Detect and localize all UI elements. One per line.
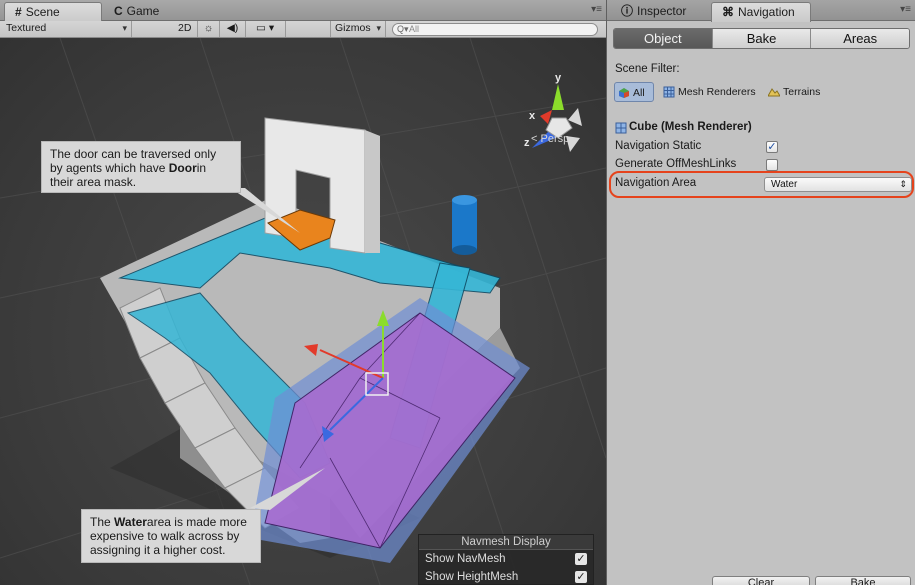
water-callout: The Waterarea is made more expensive to … — [81, 509, 261, 563]
show-heightmesh-row[interactable]: Show HeightMesh ✓ — [419, 568, 593, 585]
scene-toolbar: Textured 2D ☼ ◀) ▭ ▾ Gizmos Q▾ All — [0, 21, 606, 38]
cube-icon — [619, 88, 629, 98]
info-icon: ⓘ — [621, 4, 634, 18]
bake-button-label: Bake — [850, 577, 876, 585]
bake-button[interactable]: Bake — [815, 576, 911, 585]
scene-render: y x z — [0, 38, 606, 585]
shading-mode-dropdown[interactable]: Textured — [2, 21, 132, 37]
gizmo-z-label: z — [524, 137, 530, 149]
navigation-area-value: Water — [771, 179, 798, 190]
audio-toggle-icon[interactable]: ◀) — [220, 21, 246, 37]
inspector-tab-menu-icon[interactable]: ▾≡ — [900, 4, 911, 15]
clear-button[interactable]: Clear — [712, 576, 810, 585]
dropdown-arrow-icon: ⇕ — [899, 179, 907, 189]
unity-editor: #Scene CGame ▾≡ Textured 2D ☼ ◀) ▭ ▾ Giz… — [0, 0, 915, 585]
generate-offmeshlinks-label: Generate OffMeshLinks — [615, 158, 737, 170]
show-heightmesh-label: Show HeightMesh — [425, 571, 519, 583]
gizmo-x-label: x — [529, 110, 536, 122]
show-heightmesh-checkbox[interactable]: ✓ — [575, 571, 587, 583]
tab-scene-label: Scene — [25, 5, 60, 19]
object-title: Cube (Mesh Renderer) — [615, 121, 752, 134]
gizmos-label: Gizmos — [335, 22, 371, 34]
gizmos-dropdown[interactable]: Gizmos — [330, 21, 386, 37]
cylinder-object — [452, 200, 477, 250]
show-navmesh-label: Show NavMesh — [425, 553, 506, 565]
door-callout-bold: Door — [168, 161, 197, 175]
filter-mesh-renderers-label: Mesh Renderers — [678, 86, 756, 98]
filter-terrains-label: Terrains — [783, 86, 821, 98]
gizmo-y-label: y — [555, 72, 562, 84]
navigation-icon: ⌘ — [722, 5, 734, 19]
tab-navigation-label: Navigation — [738, 5, 795, 19]
navigation-mode-tabs: Object Bake Areas — [613, 28, 910, 49]
persp-label: Persp — [540, 133, 570, 145]
show-navmesh-row[interactable]: Show NavMesh ✓ — [419, 550, 593, 568]
search-icon: Q▾ — [397, 24, 409, 34]
tab-object[interactable]: Object — [614, 29, 713, 48]
lighting-toggle-icon[interactable]: ☼ — [198, 21, 220, 37]
filter-terrains-button[interactable]: Terrains — [765, 82, 820, 102]
door-callout: The door can be traversed only by agents… — [41, 141, 241, 193]
scene-tab-icon: # — [15, 5, 22, 19]
tab-game-label: Game — [126, 4, 160, 18]
mesh-renderer-icon — [615, 122, 627, 134]
water-callout-bold: Water — [114, 515, 147, 529]
tab-navigation[interactable]: ⌘ Navigation — [711, 2, 811, 22]
navigation-static-checkbox[interactable]: ✓ — [766, 141, 778, 153]
projection-toggle[interactable]: < Persp — [531, 133, 569, 145]
navmesh-display-title: Navmesh Display — [419, 535, 593, 550]
tab-bake[interactable]: Bake — [712, 29, 812, 48]
2d-toggle-button[interactable]: 2D — [174, 21, 198, 37]
filter-mesh-renderers-button[interactable]: Mesh Renderers — [660, 82, 756, 102]
filter-all-label: All — [633, 87, 645, 99]
terrain-icon — [768, 88, 780, 97]
water-callout-text-start: The — [90, 515, 115, 529]
game-tab-icon: C — [114, 4, 123, 18]
generate-offmeshlinks-checkbox[interactable] — [766, 159, 778, 171]
2d-toggle-label: 2D — [178, 22, 192, 34]
navigation-area-label: Navigation Area — [615, 177, 697, 189]
tab-inspector[interactable]: ⓘ Inspector — [611, 2, 709, 21]
scene-filter-label: Scene Filter: — [615, 63, 680, 75]
clear-button-label: Clear — [747, 577, 775, 585]
scene-search-input[interactable]: Q▾ All — [392, 23, 598, 36]
tab-areas[interactable]: Areas — [811, 29, 909, 48]
tab-game[interactable]: C Game — [104, 2, 174, 21]
persp-icon: < — [531, 133, 538, 145]
scene-window: #Scene CGame ▾≡ Textured 2D ☼ ◀) ▭ ▾ Giz… — [0, 0, 606, 585]
inspector-tabstrip: ⓘ Inspector ⌘ Navigation ▾≡ — [607, 0, 915, 22]
shading-mode-label: Textured — [6, 22, 47, 34]
mesh-grid-icon — [663, 86, 675, 98]
scene-tab-menu-icon[interactable]: ▾≡ — [591, 4, 602, 15]
navigation-static-label: Navigation Static — [615, 140, 702, 152]
scene-search-placeholder: All — [409, 24, 420, 34]
show-navmesh-checkbox[interactable]: ✓ — [575, 553, 587, 565]
object-title-label: Cube (Mesh Renderer) — [629, 121, 752, 133]
tab-scene[interactable]: # Scene — [4, 2, 102, 22]
tab-inspector-label: Inspector — [637, 4, 687, 18]
navigation-area-dropdown[interactable]: Water ⇕ — [764, 177, 912, 192]
scene-viewport[interactable]: y x z < Persp The door can be traversed … — [0, 38, 606, 585]
scene-tabstrip: # Scene C Game ▾≡ — [0, 0, 606, 22]
navmesh-display-panel: Navmesh Display Show NavMesh ✓ Show Heig… — [418, 534, 594, 585]
filter-all-button[interactable]: All — [614, 82, 654, 102]
effects-dropdown-icon[interactable]: ▭ ▾ — [252, 21, 286, 37]
